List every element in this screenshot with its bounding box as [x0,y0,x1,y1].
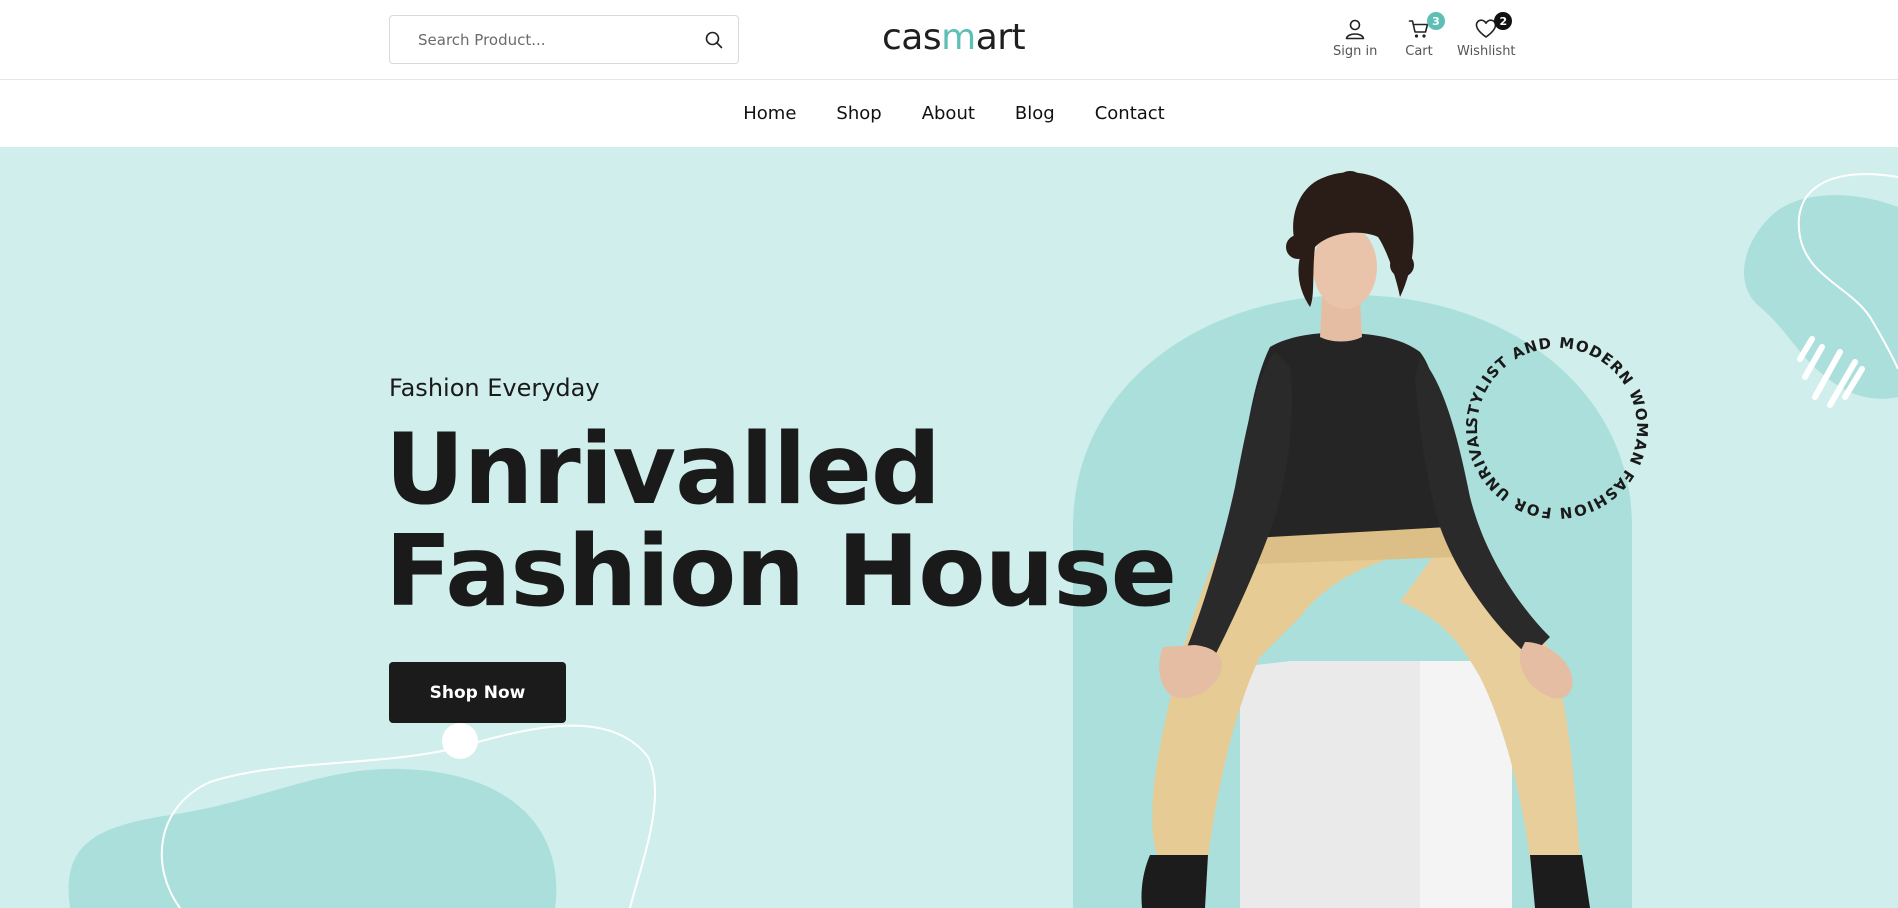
heart-icon: 2 [1472,12,1513,42]
hero-headline: Unrivalled Fashion House [385,413,1177,629]
cart-count-badge: 3 [1427,12,1445,30]
decor-dot [442,723,478,759]
logo-text-accent: m [941,17,976,58]
cart-icon: 3 [1405,12,1445,42]
hero-headline-line-1: Unrivalled [385,413,941,527]
wishlist-count-badge: 2 [1494,12,1513,30]
signin-button[interactable]: Sign in [1333,16,1377,59]
shop-now-button[interactable]: Shop Now [389,662,566,723]
wishlist-button[interactable]: 2 Wishlisht [1457,12,1516,59]
hero-headline-line-2: Fashion House [385,515,1177,629]
signin-label: Sign in [1333,44,1378,59]
nav-blog[interactable]: Blog [1015,103,1055,124]
nav-shop[interactable]: Shop [836,103,881,124]
logo-text-end: art [975,17,1026,58]
site-header: casmart Sign in 3 Cart 2 Wishlisht [0,0,1898,80]
hero-banner: STYLIST AND MODERN WOMAN FASHION FOR UNR… [0,147,1898,908]
nav-contact[interactable]: Contact [1095,103,1165,124]
site-logo[interactable]: casmart [882,16,1026,60]
search-icon[interactable] [702,28,726,52]
nav-about[interactable]: About [922,103,975,124]
nav-home[interactable]: Home [743,103,796,124]
hero-eyebrow: Fashion Everyday [389,374,600,402]
decor-blob-left [68,768,557,908]
main-nav: Home Shop About Blog Contact [0,80,1898,147]
search-input[interactable] [418,16,688,63]
search-box [389,15,739,64]
logo-text-start: cas [882,17,942,58]
user-icon [1341,16,1369,42]
wishlist-label: Wishlisht [1457,44,1516,59]
cart-label: Cart [1405,44,1433,59]
cart-button[interactable]: 3 Cart [1405,12,1445,59]
decor-blob-right [1743,195,1898,399]
